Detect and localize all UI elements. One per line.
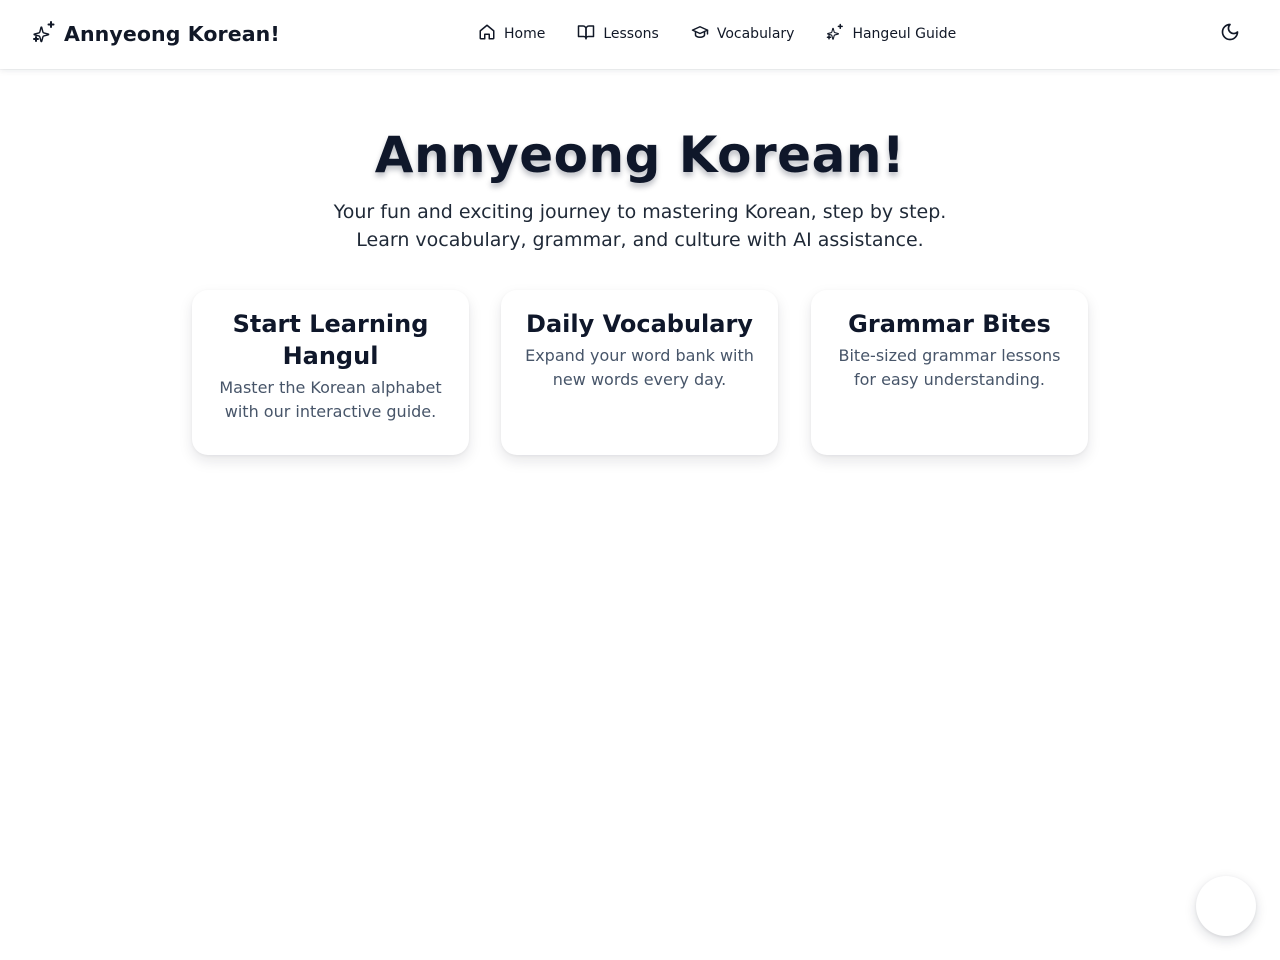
nav-lessons-label: Lessons [603,26,659,42]
main-nav: Home Lessons Vocabulary Hangeul Guide [470,17,980,51]
theme-toggle-button[interactable] [1212,16,1248,52]
sparkles-icon [32,20,56,48]
nav-vocabulary-label: Vocabulary [716,26,795,42]
card-title: Daily Vocabulary [526,310,753,338]
hero-subtitle: Your fun and exciting journey to masteri… [0,198,1280,254]
hero-subtitle-line-2: Learn vocabulary, grammar, and culture w… [356,229,924,251]
book-open-icon [577,23,595,45]
nav-lessons[interactable]: Lessons [569,17,667,51]
card-grammar-bites[interactable]: Grammar Bites Bite-sized grammar lessons… [811,290,1088,455]
nav-hangeul-guide-label: Hangeul Guide [852,26,957,42]
graduation-cap-icon [691,23,709,45]
home-icon [478,23,496,45]
hero-subtitle-line-1: Your fun and exciting journey to masteri… [333,201,947,223]
brand-logo-link[interactable]: Annyeong Korean! [32,21,280,47]
floating-action-button[interactable] [1196,876,1256,936]
card-description: Expand your word bank with new words eve… [525,346,754,389]
sparkles-icon [826,23,844,45]
moon-icon [1220,22,1240,46]
hero-title: Annyeong Korean! [374,126,906,184]
nav-vocabulary[interactable]: Vocabulary [683,17,803,51]
card-description: Bite-sized grammar lessons for easy unde… [838,346,1061,389]
nav-hangeul-guide[interactable]: Hangeul Guide [818,17,964,51]
card-daily-vocabulary[interactable]: Daily Vocabulary Expand your word bank w… [501,290,778,455]
nav-home-label: Home [504,26,546,42]
brand-title: Annyeong Korean! [64,22,280,46]
card-description: Master the Korean alphabet with our inte… [219,378,442,421]
card-title: Start Learning Hangul [232,310,429,370]
top-navigation-bar: Annyeong Korean! Home Lessons Vocabulary… [0,0,1280,69]
card-start-learning-hangul[interactable]: Start Learning Hangul Master the Korean … [192,290,469,455]
nav-home[interactable]: Home [470,17,553,51]
card-title: Grammar Bites [848,310,1051,338]
